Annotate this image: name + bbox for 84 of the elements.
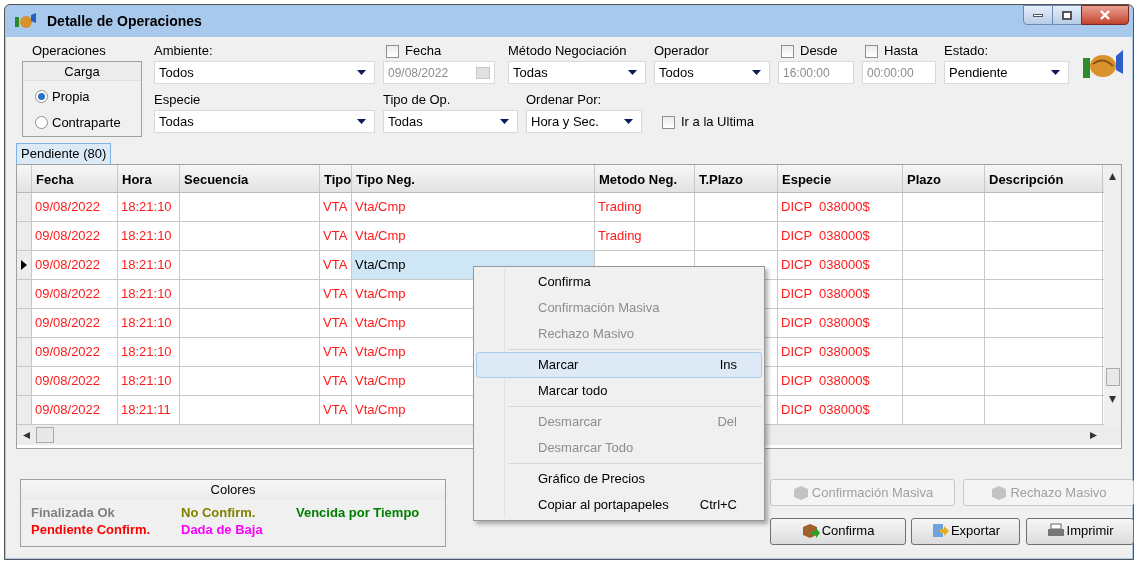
- table-cell: 18:21:11: [118, 396, 180, 424]
- tab[interactable]: Pendiente (80): [16, 143, 112, 164]
- dropdown[interactable]: Todas: [383, 110, 518, 133]
- legend-item: Dada de Baja: [181, 521, 264, 538]
- table-cell: Vta/Cmp: [352, 193, 595, 221]
- table-cell: 18:21:10: [118, 280, 180, 308]
- table-cell: 09/08/2022: [32, 193, 118, 221]
- field-label: Desde: [800, 43, 838, 59]
- table-cell: 09/08/2022: [32, 251, 118, 279]
- legend-title: Colores: [21, 480, 445, 500]
- action-button[interactable]: Confirma: [770, 517, 906, 545]
- dropdown[interactable]: Todas: [154, 110, 375, 133]
- field-label: Especie: [154, 92, 202, 108]
- column-header[interactable]: Especie: [778, 165, 903, 192]
- table-cell: 18:21:10: [118, 251, 180, 279]
- menu-item[interactable]: Copiar al portapapeles Ctrl+C: [476, 492, 762, 518]
- legend-item: No Confirm.: [181, 504, 257, 521]
- table-cell: VTA: [320, 396, 352, 424]
- table-cell: 09/08/2022: [32, 280, 118, 308]
- column-header[interactable]: Descripción: [985, 165, 1103, 192]
- column-header[interactable]: T.Plazo: [695, 165, 778, 192]
- action-button[interactable]: Imprimir: [1026, 517, 1134, 545]
- menu-item[interactable]: Marcar Ins: [476, 352, 762, 378]
- table-cell: VTA: [320, 309, 352, 337]
- table-cell: 09/08/2022: [32, 367, 118, 395]
- field-label: Operador: [654, 43, 710, 59]
- action-button[interactable]: Exportar: [911, 517, 1020, 545]
- dropdown[interactable]: Todas: [508, 61, 646, 84]
- table-cell: DICP 038000$: [778, 193, 903, 221]
- column-header[interactable]: Plazo: [903, 165, 985, 192]
- column-header[interactable]: Fecha: [32, 165, 118, 192]
- table-cell: DICP 038000$: [778, 251, 903, 279]
- table-cell: 18:21:10: [118, 309, 180, 337]
- radio-option[interactable]: Contraparte: [35, 112, 141, 132]
- legend-item: Vencida por Tiempo: [296, 504, 421, 521]
- time-field[interactable]: 00:00:00: [862, 61, 936, 84]
- table-cell: 18:21:10: [118, 222, 180, 250]
- table-cell: 18:21:10: [118, 193, 180, 221]
- table-cell: Trading: [595, 193, 695, 221]
- dropdown[interactable]: Hora y Sec.: [526, 110, 642, 133]
- table-cell: 18:21:10: [118, 367, 180, 395]
- field-label: Ambiente:: [154, 43, 214, 59]
- table-cell: DICP 038000$: [778, 309, 903, 337]
- table-cell: VTA: [320, 280, 352, 308]
- table-cell: Vta/Cmp: [352, 222, 595, 250]
- dropdown[interactable]: Todos: [154, 61, 375, 84]
- legend-item: Finalizada Ok: [31, 504, 116, 521]
- table-cell: DICP 038000$: [778, 222, 903, 250]
- table-cell: 09/08/2022: [32, 338, 118, 366]
- column-header[interactable]: Tipo Neg.: [352, 165, 595, 192]
- field-label: Hasta: [884, 43, 918, 59]
- table-cell: VTA: [320, 222, 352, 250]
- column-header[interactable]: Metodo Neg.: [595, 165, 695, 192]
- table-cell: DICP 038000$: [778, 367, 903, 395]
- table-cell: Trading: [595, 222, 695, 250]
- table-cell: VTA: [320, 338, 352, 366]
- table-cell: DICP 038000$: [778, 280, 903, 308]
- field-label: Operaciones: [32, 43, 107, 59]
- time-field[interactable]: 16:00:00: [778, 61, 854, 84]
- table-cell: 09/08/2022: [32, 396, 118, 424]
- table-cell: DICP 038000$: [778, 396, 903, 424]
- group-title: Carga: [23, 62, 141, 81]
- table-cell: 09/08/2022: [32, 309, 118, 337]
- column-header[interactable]: Secuencia: [180, 165, 320, 192]
- field-label: Ordenar Por:: [526, 92, 603, 108]
- menu-item[interactable]: Gráfico de Precios: [476, 466, 762, 492]
- table-cell: VTA: [320, 367, 352, 395]
- window-title: Detalle de Operaciones: [47, 11, 202, 31]
- legend-item: Pendiente Confirm.: [31, 521, 152, 538]
- field-label: Ir a la Ultima: [681, 114, 754, 130]
- table-cell: VTA: [320, 193, 352, 221]
- column-header[interactable]: Hora: [118, 165, 180, 192]
- field-label: Fecha: [405, 43, 442, 59]
- date-field[interactable]: 09/08/2022: [383, 61, 495, 84]
- table-cell: DICP 038000$: [778, 338, 903, 366]
- table-cell: 09/08/2022: [32, 222, 118, 250]
- radio-option[interactable]: Propia: [35, 87, 141, 107]
- field-label: Tipo de Op.: [383, 92, 452, 108]
- field-label: Estado:: [944, 43, 990, 59]
- dropdown[interactable]: Todos: [654, 61, 770, 84]
- table-cell: 18:21:10: [118, 338, 180, 366]
- column-header[interactable]: Tipo: [320, 165, 352, 192]
- field-label: Método Negociación: [508, 43, 628, 59]
- dropdown[interactable]: Pendiente: [944, 61, 1069, 84]
